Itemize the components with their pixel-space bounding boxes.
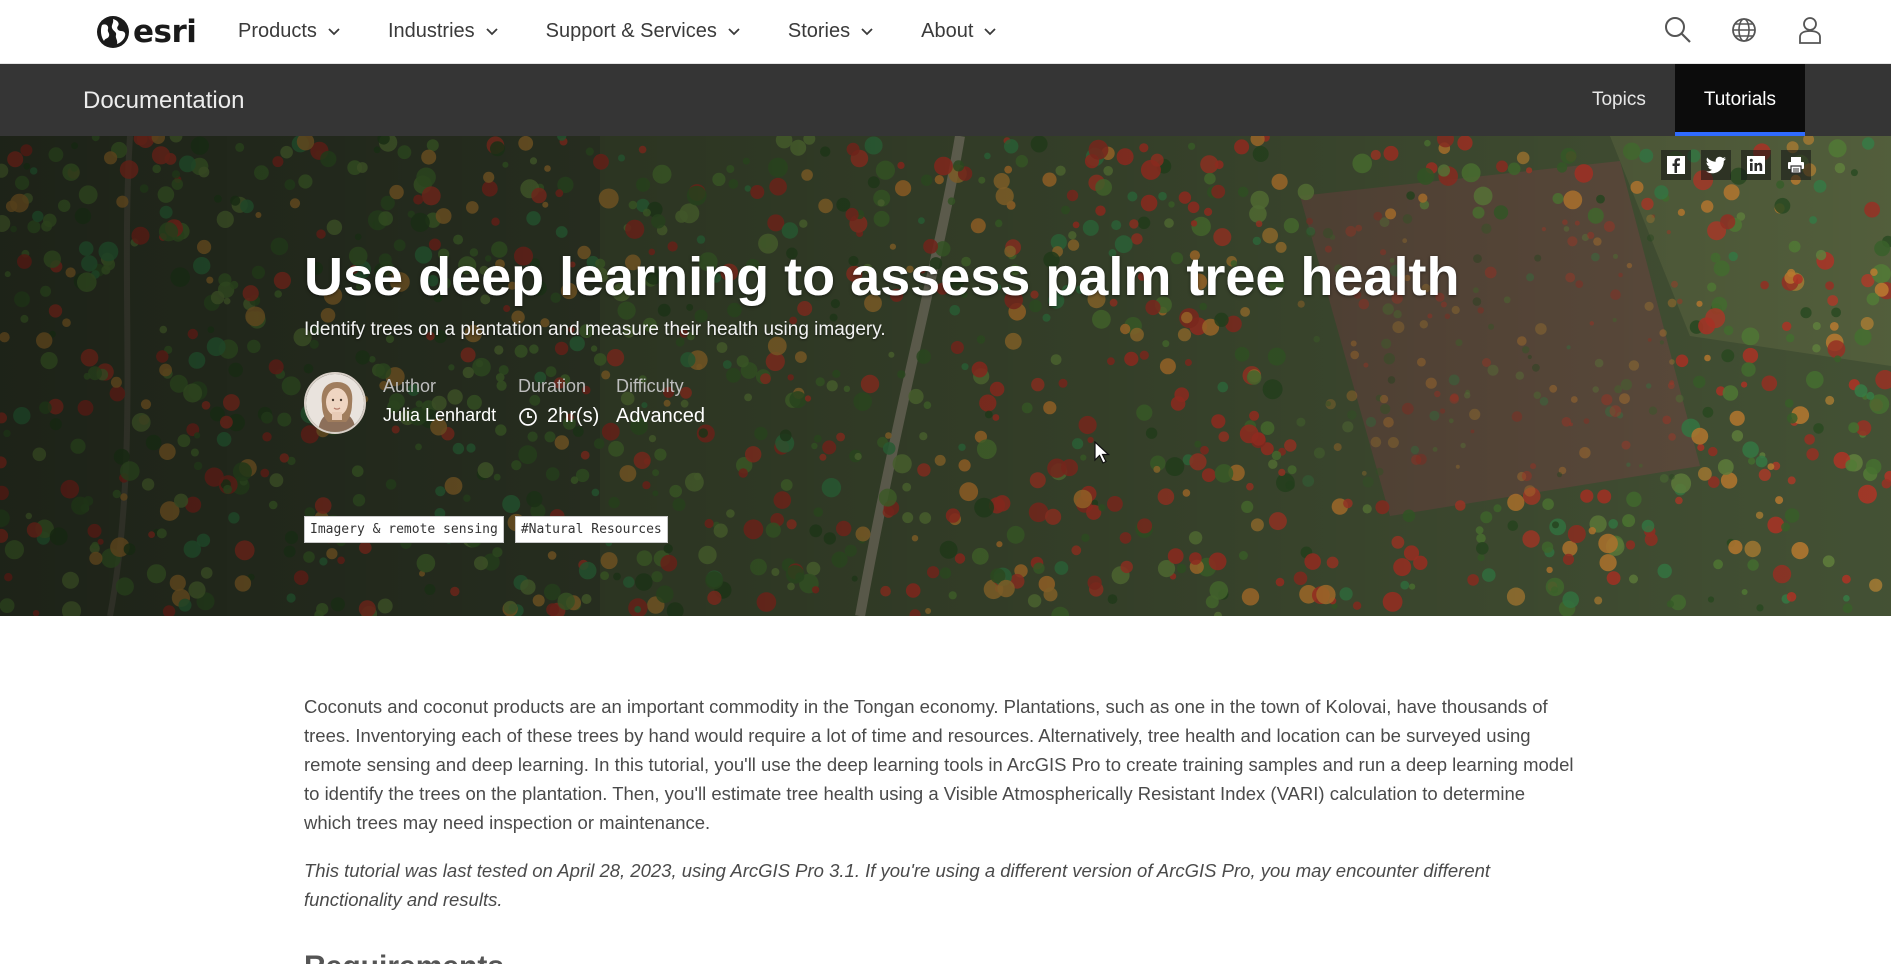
utility-icons [1627,15,1825,45]
intro-paragraph: Coconuts and coconut products are an imp… [304,696,1574,833]
chevron-down-icon [984,27,997,35]
documentation-title[interactable]: Documentation [83,87,244,115]
brand-name: esri [133,14,197,50]
tag-imagery[interactable]: Imagery & remote sensing [304,516,504,543]
print-icon[interactable] [1781,150,1811,180]
tutorial-subtitle: Identify trees on a plantation and measu… [304,319,886,340]
difficulty-label: Difficulty [616,376,684,396]
user-icon[interactable] [1795,15,1825,45]
nav-item-support-services[interactable]: Support & Services [546,20,740,43]
nav-item-label: Support & Services [545,20,717,42]
nav-item-label: About [921,20,974,42]
nav-item-label: Stories [787,20,851,42]
clock-icon [519,407,537,426]
chevron-down-icon [728,27,740,35]
aerial-imagery-background [0,136,1891,616]
section-heading: Requirements [304,950,504,964]
nav-item-label: Industries [387,20,475,42]
globe-icon[interactable] [1729,15,1759,45]
tab-topics[interactable]: Topics [1563,64,1675,136]
chevron-down-icon [328,27,340,35]
tutorial-title: Use deep learning to assess palm tree he… [304,247,1460,307]
search-icon[interactable] [1663,15,1693,45]
main-menu: Products Industries Support & Services S… [238,20,1044,43]
twitter-icon[interactable] [1701,150,1731,180]
nav-item-industries[interactable]: Industries [388,20,498,43]
linkedin-icon[interactable] [1741,150,1771,180]
duration-text: 2hr(s) [547,405,600,427]
share-toolbar [1651,150,1811,180]
author-meta: Author Julia Lenhardt [383,376,496,426]
esri-logo[interactable]: esri [96,14,197,50]
mouse-pointer-icon [1094,441,1110,464]
tag-list: Imagery & remote sensing #Natural Resour… [304,516,679,543]
duration-meta: Duration 2hr(s) [518,376,599,428]
tag-natural-resources[interactable]: #Natural Resources [514,516,668,543]
nav-item-about[interactable]: About [921,20,997,43]
difficulty-meta: Difficulty Advanced [616,376,705,428]
author-avatar[interactable] [304,372,366,434]
difficulty-value: Advanced [616,405,705,427]
globe-logo-icon [97,16,129,48]
duration-value: 2hr(s) [518,405,599,428]
duration-label: Duration [518,376,587,396]
tutorial-hero: Use deep learning to assess palm tree he… [0,136,1891,616]
chevron-down-icon [486,27,498,35]
version-note: This tutorial was last tested on April 2… [304,860,1491,910]
doc-tabs: Topics Tutorials [1563,64,1805,136]
author-name[interactable]: Julia Lenhardt [383,405,496,426]
tutorial-content: Coconuts and coconut products are an imp… [304,692,1574,914]
chevron-down-icon [861,27,873,35]
global-nav: esri Products Industries Support & Servi… [0,0,1891,64]
nav-item-stories[interactable]: Stories [788,20,873,43]
tab-tutorials[interactable]: Tutorials [1674,64,1805,136]
facebook-icon[interactable] [1661,150,1691,180]
nav-item-label: Products [238,20,317,42]
documentation-bar: Documentation Topics Tutorials [0,64,1891,136]
nav-item-products[interactable]: Products [238,20,340,43]
author-label: Author [383,376,437,396]
